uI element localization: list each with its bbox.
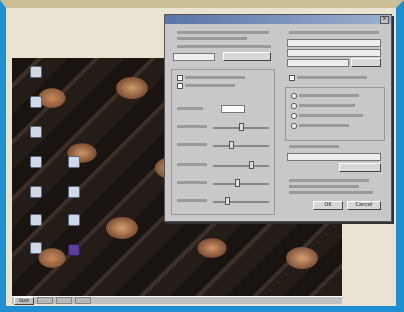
desktop-icon[interactable] bbox=[30, 156, 42, 168]
slider-track[interactable] bbox=[213, 165, 269, 167]
taskbar-item[interactable] bbox=[75, 297, 91, 304]
input-field[interactable] bbox=[287, 49, 381, 57]
text-line bbox=[289, 31, 379, 34]
radio-button[interactable] bbox=[291, 123, 297, 129]
text-line bbox=[177, 125, 207, 128]
text-line bbox=[289, 191, 373, 194]
desktop-icon[interactable] bbox=[30, 214, 42, 226]
radio-button[interactable] bbox=[291, 93, 297, 99]
text-line bbox=[185, 84, 235, 87]
text-line bbox=[177, 199, 207, 202]
checkbox[interactable] bbox=[289, 75, 295, 81]
radio-button[interactable] bbox=[291, 113, 297, 119]
ok-button[interactable]: OK bbox=[313, 201, 343, 210]
slider-track[interactable] bbox=[213, 183, 269, 185]
checkbox[interactable] bbox=[177, 75, 183, 81]
slider-thumb[interactable] bbox=[225, 197, 230, 205]
desktop-icon[interactable] bbox=[68, 244, 80, 256]
text-line bbox=[177, 107, 203, 110]
desktop-icon[interactable] bbox=[30, 66, 42, 78]
text-line bbox=[289, 145, 339, 148]
options-group bbox=[171, 69, 275, 215]
text-line bbox=[177, 31, 269, 34]
text-line bbox=[299, 94, 359, 97]
text-line bbox=[177, 45, 271, 48]
value-field[interactable] bbox=[221, 105, 245, 113]
desktop-icon[interactable] bbox=[68, 214, 80, 226]
dialog-button[interactable] bbox=[223, 52, 271, 61]
text-line bbox=[289, 185, 359, 188]
input-field[interactable] bbox=[287, 59, 349, 67]
input-field[interactable] bbox=[287, 39, 381, 47]
desktop-icon[interactable] bbox=[30, 186, 42, 198]
text-line bbox=[177, 181, 207, 184]
input-field[interactable] bbox=[173, 53, 215, 61]
desktop-icon[interactable] bbox=[68, 186, 80, 198]
slider-track[interactable] bbox=[213, 145, 269, 147]
text-line bbox=[299, 104, 355, 107]
text-line bbox=[289, 179, 369, 182]
settings-dialog: × OK Cancel bbox=[164, 14, 392, 222]
taskbar-item[interactable] bbox=[37, 297, 53, 304]
taskbar-item[interactable] bbox=[56, 297, 72, 304]
slider-thumb[interactable] bbox=[249, 161, 254, 169]
dialog-left-panel bbox=[169, 29, 277, 215]
text-line bbox=[297, 76, 367, 79]
desktop-icon[interactable] bbox=[68, 156, 80, 168]
text-line bbox=[185, 76, 245, 79]
dialog-titlebar: × bbox=[165, 15, 391, 24]
close-icon[interactable]: × bbox=[380, 15, 389, 24]
checkbox[interactable] bbox=[177, 83, 183, 89]
desktop-icon[interactable] bbox=[30, 96, 42, 108]
text-line bbox=[299, 114, 363, 117]
dialog-button[interactable] bbox=[351, 58, 381, 67]
text-line bbox=[299, 124, 349, 127]
desktop-icon[interactable] bbox=[30, 126, 42, 138]
text-line bbox=[177, 37, 247, 40]
dialog-button[interactable] bbox=[339, 163, 381, 172]
dialog-right-panel: OK Cancel bbox=[283, 29, 387, 215]
slider-thumb[interactable] bbox=[235, 179, 240, 187]
slider-thumb[interactable] bbox=[229, 141, 234, 149]
text-line bbox=[177, 143, 207, 146]
radio-button[interactable] bbox=[291, 103, 297, 109]
input-field[interactable] bbox=[287, 153, 381, 161]
text-line bbox=[177, 163, 207, 166]
slider-thumb[interactable] bbox=[239, 123, 244, 131]
cancel-button[interactable]: Cancel bbox=[347, 201, 381, 210]
desktop-icon[interactable] bbox=[30, 242, 42, 254]
taskbar: Start bbox=[12, 296, 342, 305]
slider-track[interactable] bbox=[213, 201, 269, 203]
start-button[interactable]: Start bbox=[14, 296, 34, 305]
